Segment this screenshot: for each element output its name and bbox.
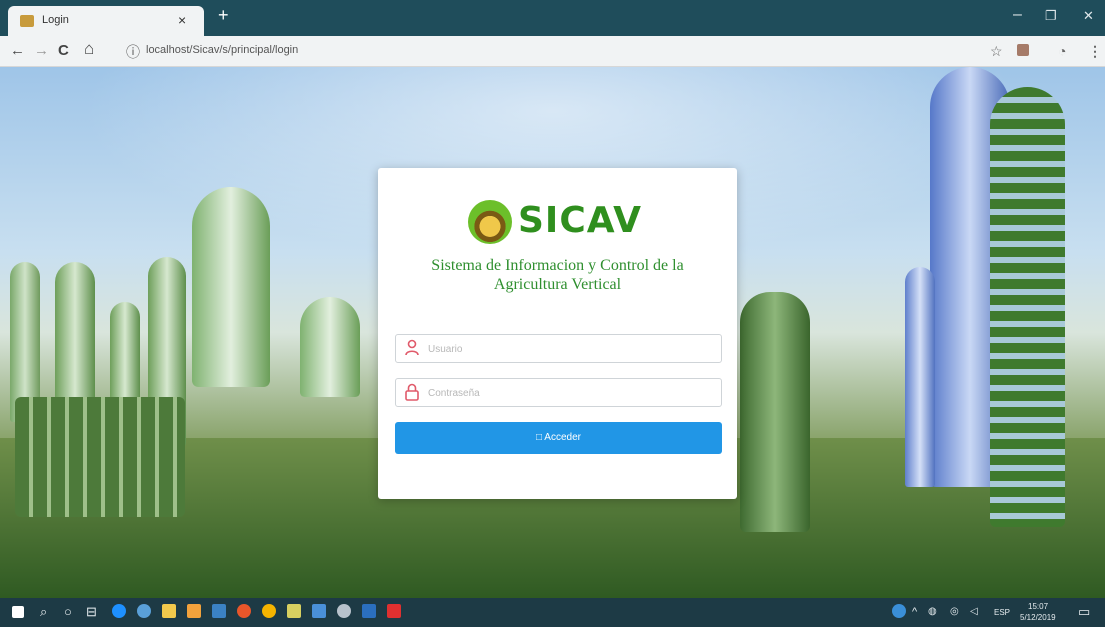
close-window-icon[interactable]: ✕: [1083, 8, 1094, 24]
extension-icon[interactable]: [1017, 44, 1029, 56]
firefox-icon[interactable]: [237, 604, 251, 618]
user-icon: [405, 339, 419, 356]
chrome-icon[interactable]: [262, 604, 276, 618]
network-icon[interactable]: ◍: [928, 606, 937, 617]
tab-close-icon[interactable]: ×: [178, 12, 186, 28]
globe-icon[interactable]: ◎: [950, 606, 959, 617]
pdf-app-icon[interactable]: [387, 604, 401, 618]
menu-icon[interactable]: ⋮: [1088, 43, 1102, 60]
app-icon[interactable]: [312, 604, 326, 618]
tray-chevron-icon[interactable]: ^: [912, 606, 917, 618]
leaf-logo-icon: [468, 200, 512, 244]
app-icon[interactable]: [137, 604, 151, 618]
start-icon[interactable]: [12, 606, 24, 618]
browser-toolbar: ← → C ⌂ ⓘ localhost/Sicav/s/principal/lo…: [0, 36, 1105, 67]
settings-icon[interactable]: [337, 604, 351, 618]
page-viewport: SICAV Sistema de Informacion y Control d…: [0, 67, 1105, 598]
url-text: localhost/Sicav/s/principal/login: [146, 44, 299, 56]
username-input[interactable]: [426, 339, 715, 359]
reload-icon[interactable]: C: [58, 42, 69, 59]
password-input[interactable]: [426, 383, 715, 403]
file-explorer-icon[interactable]: [162, 604, 176, 618]
brand-name: SICAV: [518, 200, 643, 241]
app-icon[interactable]: [212, 604, 226, 618]
tab-title: Login: [42, 14, 69, 26]
edge-icon[interactable]: [112, 604, 126, 618]
background-tower: [990, 87, 1065, 527]
app-icon[interactable]: [187, 604, 201, 618]
back-icon[interactable]: ←: [10, 42, 25, 59]
background-tower: [905, 267, 935, 487]
app-icon[interactable]: [287, 604, 301, 618]
login-button[interactable]: □ Acceder: [395, 422, 722, 454]
app-subtitle: Sistema de Informacion y Control de la A…: [431, 257, 684, 293]
unlock-icon: □: [536, 432, 543, 443]
language-indicator[interactable]: ESP: [994, 608, 1010, 617]
windows-taskbar: ⌕ ○ ⊟ ^ ◍ ◎ ◁ ESP 15:07 5/12/2019 ▭: [0, 598, 1105, 627]
bookmark-star-icon[interactable]: ☆: [990, 43, 1003, 60]
background-hex-building: [15, 397, 185, 517]
minimize-icon[interactable]: –: [1013, 6, 1022, 24]
login-button-label: Acceder: [544, 432, 581, 443]
volume-icon[interactable]: ◁: [970, 606, 978, 617]
home-icon[interactable]: ⌂: [84, 39, 94, 59]
username-field[interactable]: [395, 334, 722, 363]
app-icon[interactable]: [362, 604, 376, 618]
forward-icon[interactable]: →: [34, 42, 49, 59]
sicav-logo: SICAV: [468, 196, 658, 248]
address-bar[interactable]: ⓘ localhost/Sicav/s/principal/login: [118, 39, 973, 63]
clock-time[interactable]: 15:07: [1028, 602, 1048, 611]
new-tab-icon[interactable]: +: [218, 5, 229, 26]
background-tower: [740, 292, 810, 532]
site-info-icon[interactable]: ⓘ: [126, 42, 140, 62]
search-icon[interactable]: ⌕: [40, 604, 47, 620]
cortana-icon[interactable]: ○: [64, 604, 72, 619]
password-field[interactable]: [395, 378, 722, 407]
help-icon[interactable]: [892, 604, 906, 618]
browser-titlebar: Login × + – ❐ ✕: [0, 0, 1105, 36]
task-view-icon[interactable]: ⊟: [86, 604, 97, 620]
notifications-icon[interactable]: ▭: [1078, 604, 1090, 620]
lock-icon: [405, 383, 419, 401]
profile-icon[interactable]: ◔: [1058, 43, 1066, 59]
tab-login[interactable]: Login ×: [8, 6, 204, 36]
background-tower: [192, 187, 270, 387]
restore-icon[interactable]: ❐: [1045, 8, 1057, 24]
login-card: SICAV Sistema de Informacion y Control d…: [378, 168, 737, 499]
background-tower: [300, 297, 360, 397]
favicon-icon: [20, 15, 34, 27]
clock-date[interactable]: 5/12/2019: [1020, 613, 1056, 622]
